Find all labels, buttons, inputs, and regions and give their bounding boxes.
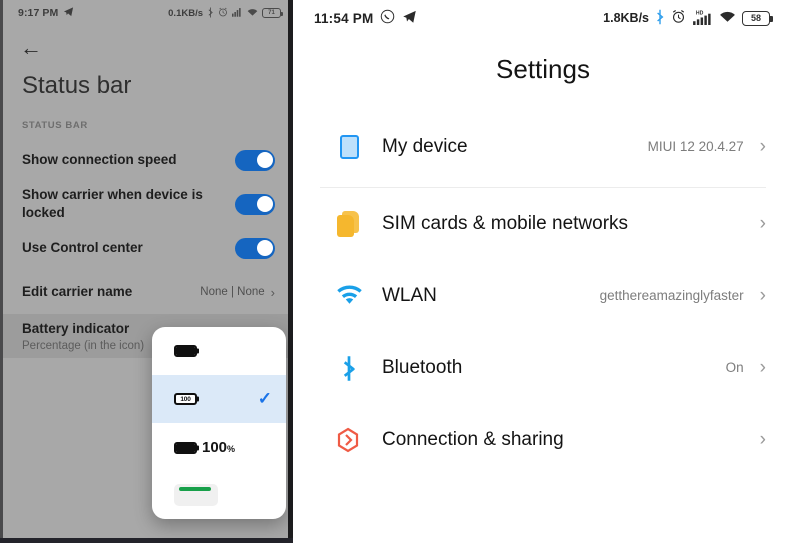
settings-item-label: SIM cards & mobile networks bbox=[382, 213, 629, 234]
settings-item-value: On bbox=[725, 359, 744, 375]
status-bar-time: 11:54 PM bbox=[314, 10, 374, 26]
dropdown-option-percentage-outside-icon[interactable]: 100% bbox=[152, 423, 286, 471]
settings-item-sim-cards[interactable]: SIM cards & mobile networks › bbox=[298, 188, 788, 260]
screen-root: 9:17 PM 0.1KB/s 71 ← Status bar STATUS B… bbox=[0, 0, 788, 543]
status-bar-net-speed: 1.8KB/s bbox=[603, 11, 649, 25]
toggle-use-control-center[interactable] bbox=[235, 237, 275, 259]
settings-list: Show connection speed Show carrier when … bbox=[0, 138, 293, 358]
back-arrow-icon: ← bbox=[20, 35, 42, 60]
chevron-right-icon: › bbox=[270, 284, 275, 300]
row-title: Use Control center bbox=[22, 240, 143, 256]
status-bar-net-speed: 0.1KB/s bbox=[168, 7, 203, 19]
toggle-show-carrier-when-locked[interactable] bbox=[235, 193, 275, 215]
battery-inside-label: 100 bbox=[180, 395, 191, 403]
dropdown-option-battery-icon-only[interactable] bbox=[152, 327, 286, 375]
battery-level-text: 71 bbox=[268, 10, 275, 16]
settings-item-value: MIUI 12 20.4.27 bbox=[647, 138, 744, 154]
my-device-icon bbox=[332, 135, 366, 159]
left-status-bar: 9:17 PM 0.1KB/s 71 bbox=[0, 0, 293, 26]
setting-row-edit-carrier-name[interactable]: Edit carrier name None | None › bbox=[0, 270, 293, 314]
row-title: Show connection speed bbox=[22, 152, 177, 168]
settings-item-label: Connection & sharing bbox=[382, 429, 564, 450]
telegram-icon bbox=[63, 6, 74, 20]
page-title: Status bar bbox=[22, 72, 132, 99]
svg-text:HD: HD bbox=[696, 10, 704, 16]
sim-cards-icon bbox=[332, 211, 366, 237]
settings-item-label: My device bbox=[382, 136, 468, 157]
toggle-show-connection-speed[interactable] bbox=[235, 149, 275, 171]
section-header: STATUS BAR bbox=[22, 120, 88, 131]
status-bar-time: 9:17 PM bbox=[18, 7, 59, 19]
wlan-icon bbox=[332, 285, 366, 307]
wifi-icon bbox=[247, 8, 258, 19]
battery-indicator-icon: 71 bbox=[262, 8, 283, 18]
settings-item-my-device[interactable]: My device MIUI 12 20.4.27 › bbox=[298, 111, 788, 183]
battery-outside-suffix: % bbox=[227, 443, 236, 454]
wifi-icon bbox=[719, 10, 736, 27]
alarm-icon bbox=[671, 9, 686, 27]
bluetooth-icon bbox=[207, 7, 214, 20]
setting-row-show-connection-speed[interactable]: Show connection speed bbox=[0, 138, 293, 182]
settings-item-connection-sharing[interactable]: Connection & sharing › bbox=[298, 404, 788, 476]
right-status-bar: 11:54 PM 1.8KB/s HD 58 bbox=[298, 0, 788, 36]
settings-item-bluetooth[interactable]: Bluetooth On › bbox=[298, 332, 788, 404]
settings-panel: 11:54 PM 1.8KB/s HD 58 Settings My devic… bbox=[298, 0, 788, 543]
settings-item-value: getthereamazinglyfaster bbox=[599, 287, 744, 303]
setting-row-show-carrier-when-locked[interactable]: Show carrier when device is locked bbox=[0, 182, 293, 226]
dropdown-option-graphic-bar[interactable] bbox=[152, 471, 286, 519]
panel-left-edge bbox=[0, 0, 3, 543]
whatsapp-icon bbox=[380, 9, 395, 27]
battery-graphic-bar-icon bbox=[174, 484, 218, 506]
telegram-icon bbox=[402, 9, 417, 27]
row-title: Show carrier when device is locked bbox=[22, 187, 203, 220]
settings-title: Settings bbox=[496, 54, 590, 84]
battery-outside-label: 100 bbox=[202, 438, 228, 456]
settings-item-wlan[interactable]: WLAN getthereamazinglyfaster › bbox=[298, 260, 788, 332]
battery-indicator-icon: 58 bbox=[742, 10, 773, 26]
chevron-right-icon: › bbox=[759, 357, 766, 378]
row-value: None | None bbox=[200, 286, 265, 298]
cellular-signal-icon bbox=[232, 7, 243, 19]
battery-filled-icon bbox=[174, 345, 197, 357]
bluetooth-icon bbox=[332, 355, 366, 382]
alarm-icon bbox=[218, 7, 228, 19]
setting-row-use-control-center[interactable]: Use Control center bbox=[0, 226, 293, 270]
battery-level-text: 58 bbox=[750, 13, 761, 23]
row-title: Edit carrier name bbox=[22, 284, 133, 300]
battery-percentage-outside-icon: 100% bbox=[174, 439, 235, 456]
chevron-right-icon: › bbox=[759, 136, 766, 157]
checkmark-icon: ✓ bbox=[257, 389, 272, 408]
bluetooth-icon bbox=[655, 9, 665, 28]
chevron-right-icon: › bbox=[759, 213, 766, 234]
settings-item-label: WLAN bbox=[382, 285, 437, 306]
cellular-signal-icon: HD bbox=[692, 9, 713, 28]
panel-right-edge bbox=[288, 0, 293, 543]
chevron-right-icon: › bbox=[759, 429, 766, 450]
dropdown-option-percentage-in-icon[interactable]: 100 ✓ bbox=[152, 375, 286, 423]
chevron-right-icon: › bbox=[759, 285, 766, 306]
status-bar-settings-panel: 9:17 PM 0.1KB/s 71 ← Status bar STATUS B… bbox=[0, 0, 293, 543]
panel-bottom-edge bbox=[0, 538, 293, 543]
settings-item-label: Bluetooth bbox=[382, 357, 463, 378]
battery-indicator-dropdown[interactable]: 100 ✓ 100% bbox=[152, 327, 286, 519]
back-button[interactable]: ← bbox=[0, 30, 293, 66]
connection-sharing-icon bbox=[332, 427, 366, 453]
battery-percentage-inside-icon: 100 bbox=[174, 393, 197, 405]
